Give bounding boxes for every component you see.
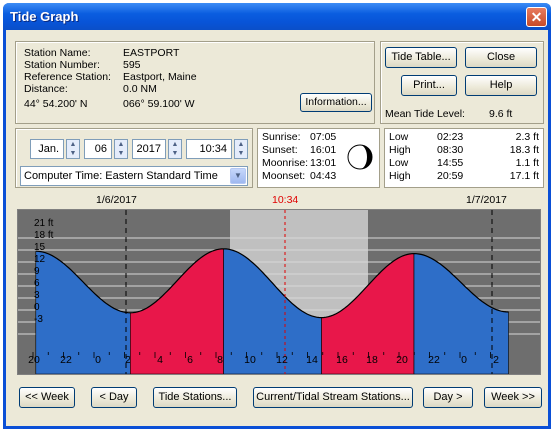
chevron-down-icon[interactable]: ▼ <box>230 168 246 184</box>
mean-tide-value: 9.6 ft <box>489 108 513 120</box>
tide-height: 2.3 ft <box>515 131 539 143</box>
tide-type: High <box>389 170 411 182</box>
y-axis-label: 6 <box>34 278 40 289</box>
sunset-value: 16:01 <box>310 144 337 156</box>
y-axis-label: 12 <box>34 254 46 265</box>
station-number-value: 595 <box>123 59 141 71</box>
actions-panel: Tide Table... Close Print... Help Mean T… <box>380 41 544 124</box>
x-axis-tick: 12 <box>276 354 288 366</box>
reference-station-value: Eastport, Maine <box>123 71 197 83</box>
x-axis-tick: 14 <box>306 354 318 366</box>
x-axis-tick: 6 <box>187 354 193 366</box>
tide-time: 20:59 <box>437 170 464 182</box>
x-axis-tick: 20 <box>28 354 40 366</box>
day-field[interactable]: 06 <box>84 139 112 159</box>
latitude-value: 44° 54.200' N <box>24 98 88 110</box>
station-number-label: Station Number: <box>24 59 100 71</box>
y-axis-label: -3 <box>34 314 43 325</box>
x-axis-tick: 22 <box>60 354 72 366</box>
tide-height: 18.3 ft <box>509 144 539 156</box>
x-axis-tick: 0 <box>95 354 101 366</box>
x-axis-tick: 16 <box>336 354 348 366</box>
timezone-select[interactable]: Computer Time: Eastern Standard Time ▼ <box>20 166 248 186</box>
tide-graph-svg <box>18 210 540 374</box>
year-spinner[interactable]: ▲ ▼ <box>168 139 182 159</box>
graph-date-right: 1/7/2017 <box>466 194 507 206</box>
help-button[interactable]: Help <box>465 75 537 96</box>
x-axis-tick: 20 <box>396 354 408 366</box>
tide-graph-window: Tide Graph ✕ Station Name: EASTPORT Stat… <box>3 3 551 429</box>
tide-table-button[interactable]: Tide Table... <box>385 47 457 68</box>
moonset-value: 04:43 <box>310 170 337 182</box>
title-bar[interactable]: Tide Graph ✕ <box>3 3 551 30</box>
sun-moon-panel: Sunrise: 07:05 Sunset: 16:01 Moonrise: 1… <box>257 128 380 188</box>
y-axis-label: 21 ft <box>34 218 54 229</box>
x-axis-tick: 10 <box>244 354 256 366</box>
x-axis-tick: 18 <box>366 354 378 366</box>
x-axis-tick: 8 <box>217 354 223 366</box>
distance-label: Distance: <box>24 83 68 95</box>
y-axis-label: 15 <box>34 242 46 253</box>
print-button[interactable]: Print... <box>401 75 457 96</box>
y-axis-label: 9 <box>34 266 40 277</box>
window-close-button[interactable]: ✕ <box>526 7 547 27</box>
station-name-value: EASTPORT <box>123 47 180 59</box>
sunrise-label: Sunrise: <box>262 131 301 143</box>
tide-time: 08:30 <box>437 144 464 156</box>
tide-height: 1.1 ft <box>515 157 539 169</box>
x-axis-tick: 22 <box>428 354 440 366</box>
month-field[interactable]: Jan. <box>30 139 64 159</box>
reference-station-label: Reference Station: <box>24 71 111 83</box>
mean-tide-label: Mean Tide Level: <box>385 108 465 120</box>
sunset-label: Sunset: <box>262 144 298 156</box>
day-forward-button[interactable]: Day > <box>423 387 473 408</box>
y-axis-label: 3 <box>34 290 40 301</box>
month-spinner[interactable]: ▲ ▼ <box>66 139 80 159</box>
station-info-panel: Station Name: EASTPORT Station Number: 5… <box>15 41 375 124</box>
moonrise-label: Moonrise: <box>262 157 309 169</box>
x-axis-tick: 0 <box>461 354 467 366</box>
week-back-button[interactable]: << Week <box>19 387 75 408</box>
year-field[interactable]: 2017 <box>132 139 166 159</box>
tide-stations-button[interactable]: Tide Stations... <box>153 387 237 408</box>
tide-type: High <box>389 144 411 156</box>
y-axis-label: 0 <box>34 302 40 313</box>
tide-times-panel: Low 02:23 2.3 ft High 08:30 18.3 ft Low … <box>384 128 544 188</box>
graph-date-left: 1/6/2017 <box>96 194 137 206</box>
moonrise-value: 13:01 <box>310 157 337 169</box>
day-spinner[interactable]: ▲ ▼ <box>114 139 128 159</box>
date-time-panel: Jan. ▲ ▼ 06 ▲ ▼ 2017 ▲ ▼ 10:34 ▲ ▼ Computer … <box>15 128 253 188</box>
tide-time: 02:23 <box>437 131 464 143</box>
y-axis-label: 18 ft <box>34 230 54 241</box>
window-title: Tide Graph <box>10 9 79 24</box>
moonset-label: Moonset: <box>262 170 306 182</box>
day-back-button[interactable]: < Day <box>91 387 137 408</box>
time-field[interactable]: 10:34 <box>186 139 232 159</box>
information-button[interactable]: Information... <box>300 93 372 112</box>
distance-value: 0.0 NM <box>123 83 157 95</box>
moon-phase-icon <box>347 144 373 170</box>
graph-current-time: 10:34 <box>272 194 299 206</box>
x-axis-tick: 2 <box>493 354 499 366</box>
x-axis-tick: 4 <box>157 354 163 366</box>
sunrise-value: 07:05 <box>310 131 337 143</box>
station-name-label: Station Name: <box>24 47 91 59</box>
close-button[interactable]: Close <box>465 47 537 68</box>
tide-graph[interactable]: 21 ft 18 ft 15 12 9 6 3 0 -3 20 22 0 2 4… <box>17 209 541 375</box>
time-spinner[interactable]: ▲ ▼ <box>234 139 248 159</box>
x-axis-tick: 2 <box>125 354 131 366</box>
tide-time: 14:55 <box>437 157 464 169</box>
tide-type: Low <box>389 157 409 169</box>
longitude-value: 066° 59.100' W <box>123 98 195 110</box>
tide-type: Low <box>389 131 409 143</box>
tide-height: 17.1 ft <box>509 170 539 182</box>
timezone-value: Computer Time: Eastern Standard Time <box>24 170 218 182</box>
week-forward-button[interactable]: Week >> <box>484 387 542 408</box>
current-stations-button[interactable]: Current/Tidal Stream Stations... <box>253 387 413 408</box>
